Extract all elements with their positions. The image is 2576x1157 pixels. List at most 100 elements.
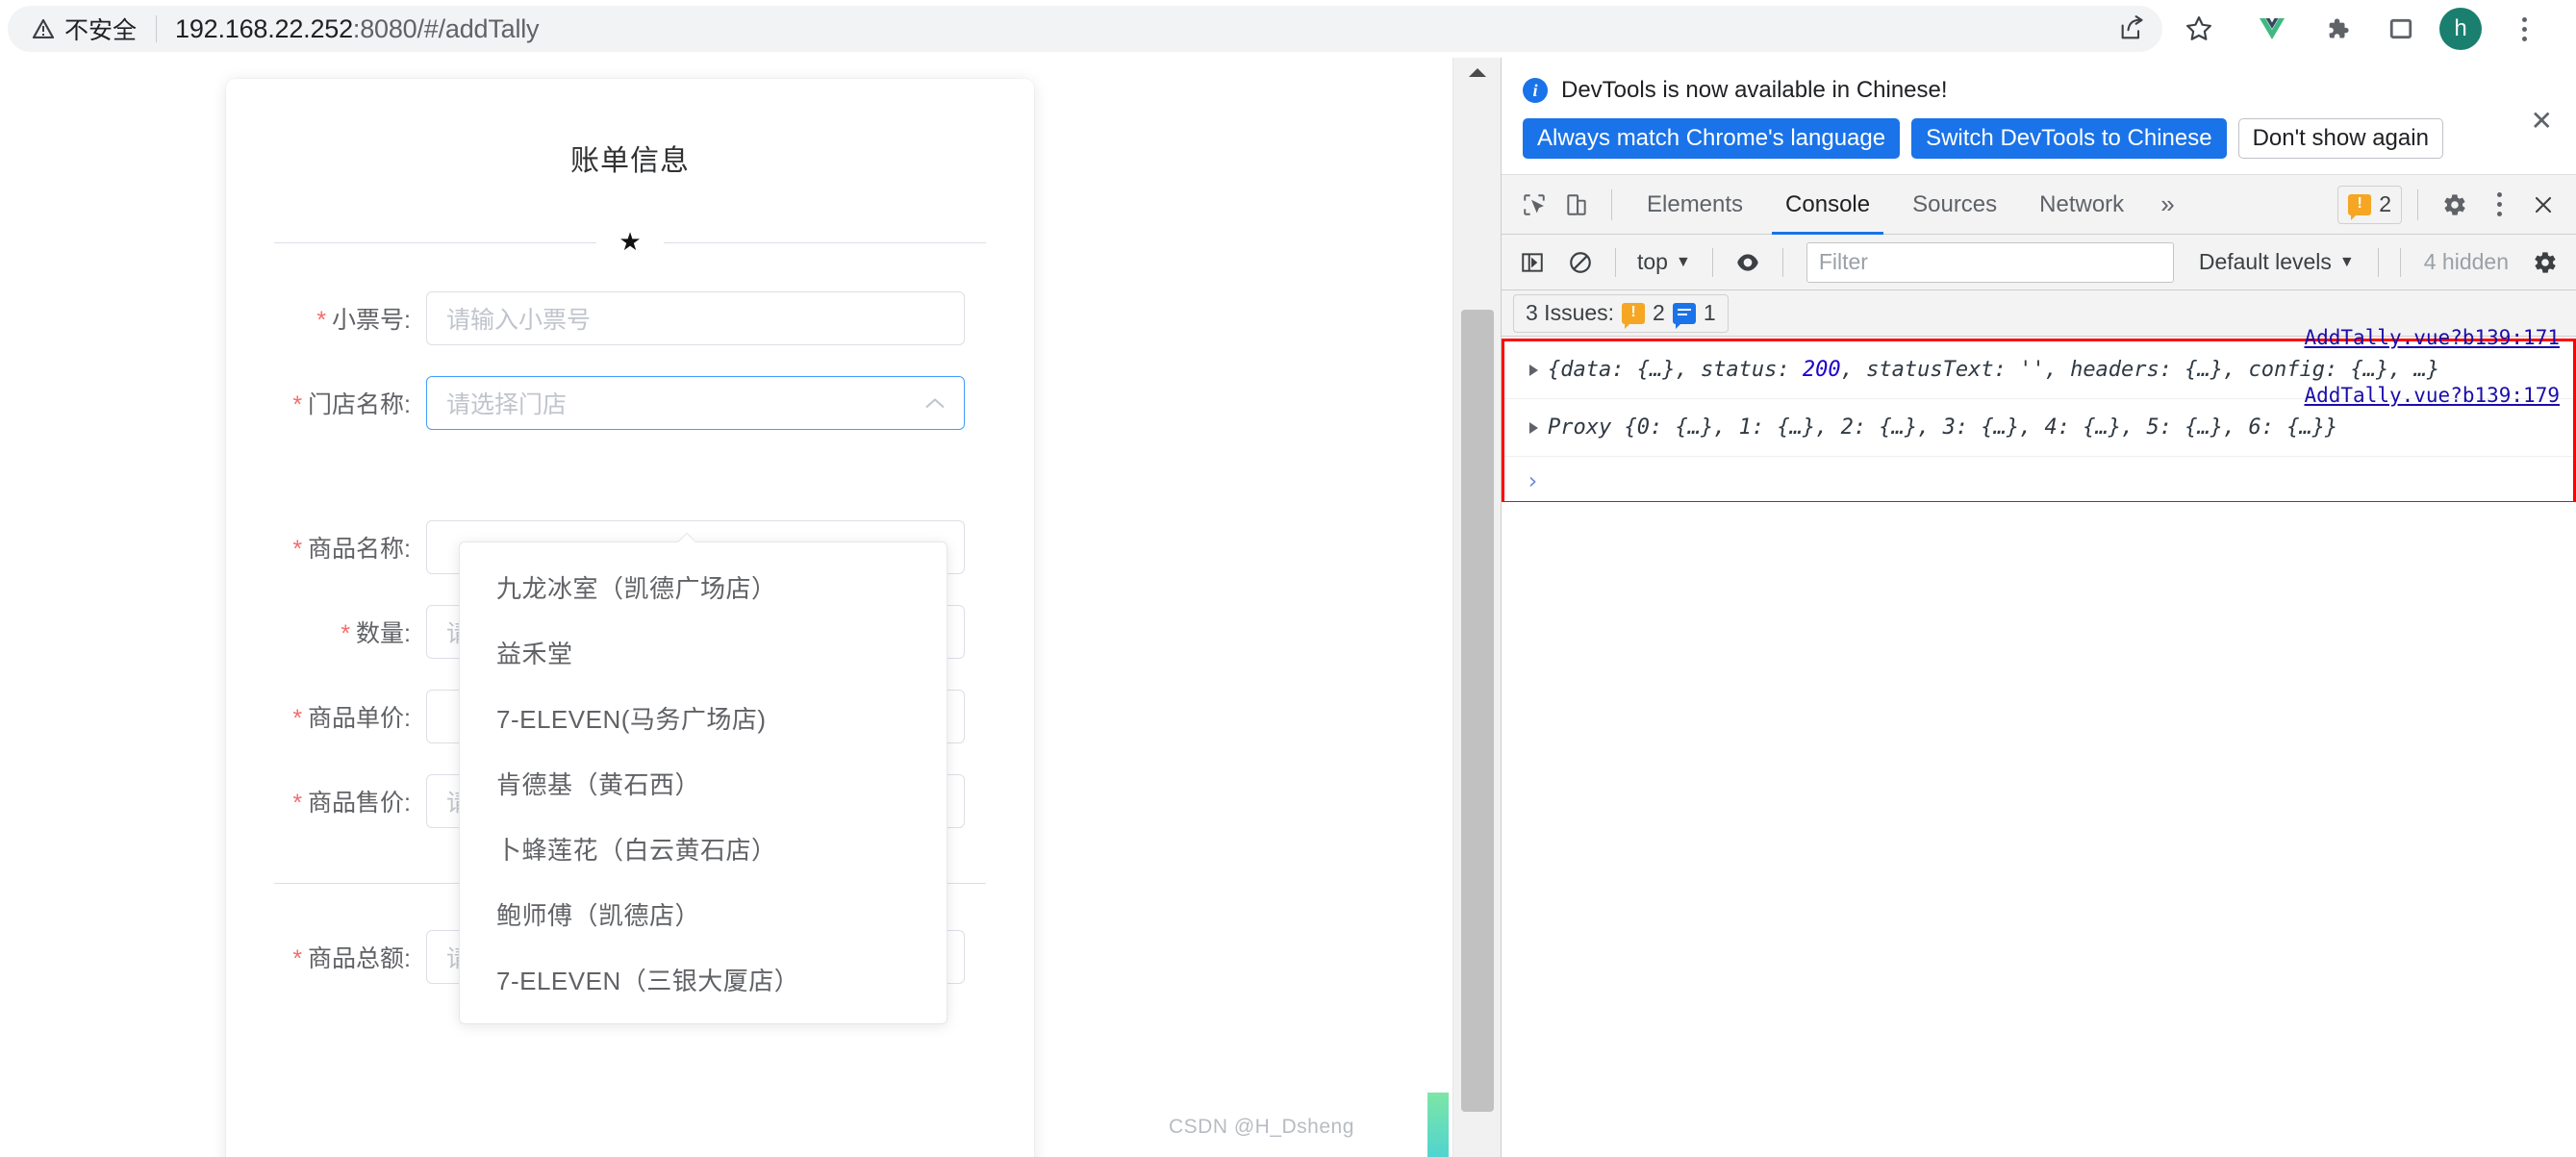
side-panel-icon[interactable]: [2378, 6, 2424, 52]
menu-dot: [2521, 16, 2527, 22]
url-text: 192.168.22.252:8080/#/addTally: [175, 13, 540, 44]
issues-label: 3 Issues:: [1526, 300, 1615, 325]
store-option[interactable]: 鲍师傅（凯德店）: [460, 881, 947, 946]
expand-triangle-icon[interactable]: [1529, 364, 1538, 376]
close-devtools-icon[interactable]: [2522, 184, 2564, 226]
switch-devtools-chinese-button[interactable]: Switch DevTools to Chinese: [1911, 118, 2227, 159]
error-count-badge[interactable]: ! 2: [2337, 185, 2402, 224]
expand-triangle-icon[interactable]: [1529, 421, 1538, 434]
msg-prefix: {data: {…}, status:: [1548, 358, 1803, 382]
tab-console[interactable]: Console: [1764, 175, 1891, 235]
chevron-down-icon: ▼: [2338, 253, 2355, 270]
label-quantity: * 数量:: [226, 615, 426, 649]
scrollbar-thumb[interactable]: [1461, 310, 1494, 1112]
store-option[interactable]: 7-ELEVEN(马务广场店): [460, 685, 947, 750]
label-unit-price: * 商品单价:: [226, 699, 426, 734]
star-outline-icon[interactable]: [2176, 6, 2222, 52]
label-text: 商品售价:: [308, 790, 411, 817]
required-asterisk: *: [292, 705, 303, 732]
console-source-link[interactable]: AddTally.vue?b139:171: [2304, 326, 2560, 349]
browser-toolbar: 不安全 192.168.22.252:8080/#/addTally h: [0, 0, 2576, 58]
issues-chip[interactable]: 3 Issues: ! 2 1: [1513, 293, 1729, 333]
console-scrollbar[interactable]: [2563, 502, 2576, 1157]
chrome-menu-icon[interactable]: [2501, 6, 2547, 52]
menu-dot: [2496, 192, 2502, 197]
devtools-menu-icon[interactable]: [2478, 184, 2520, 226]
more-tabs-icon[interactable]: »: [2145, 175, 2189, 235]
execution-context-value: top: [1637, 249, 1668, 274]
ticket-number-input[interactable]: 请输入小票号: [426, 291, 965, 345]
vue-extension-icon[interactable]: [2249, 6, 2295, 52]
console-output-area: {data: {…}, status: 200, statusText: '',…: [1502, 326, 2576, 505]
log-levels-selector[interactable]: Default levels ▼: [2189, 243, 2364, 282]
tab-network[interactable]: Network: [2018, 175, 2145, 235]
page-scrollbar[interactable]: [1452, 58, 1501, 1157]
console-message[interactable]: Proxy {0: {…}, 1: {…}, 2: {…}, 3: {…}, 4…: [1504, 384, 2573, 457]
tabbar-divider: [2417, 189, 2418, 220]
msg-number: 200: [1802, 358, 1841, 382]
store-option[interactable]: 九龙冰室（凯德广场店）: [460, 554, 947, 619]
always-match-language-button[interactable]: Always match Chrome's language: [1523, 118, 1901, 159]
label-text: 商品单价:: [308, 705, 411, 732]
console-filter-input[interactable]: Filter: [1806, 241, 2174, 283]
form-row-ticket-number: * 小票号: 请输入小票号: [226, 276, 1034, 361]
inspect-element-icon[interactable]: [1513, 184, 1555, 226]
store-name-placeholder: 请选择门店: [446, 391, 568, 418]
toolbar-divider: [2377, 247, 2379, 277]
console-empty-area: [1502, 502, 2576, 1157]
store-option[interactable]: 肯德基（黄石西）: [460, 750, 947, 816]
issues-info-count: 1: [1703, 300, 1716, 325]
url-host: 192.168.22.252: [175, 13, 353, 43]
filter-placeholder: Filter: [1818, 249, 1868, 274]
warning-icon: !: [1622, 302, 1646, 329]
console-settings-gear-icon[interactable]: [2524, 241, 2566, 284]
console-message-text: {data: {…}, status: 200, statusText: '',…: [1548, 358, 2439, 382]
clear-console-icon[interactable]: [1559, 241, 1602, 284]
chevron-up-icon[interactable]: [923, 390, 947, 417]
omnibox-divider: [156, 15, 158, 42]
label-text: 数量:: [356, 620, 411, 647]
console-source-link[interactable]: AddTally.vue?b139:179: [2304, 384, 2560, 407]
label-text: 商品总额:: [308, 945, 411, 972]
tab-sources[interactable]: Sources: [1891, 175, 2018, 235]
share-icon[interactable]: [2109, 6, 2155, 52]
dont-show-again-button[interactable]: Don't show again: [2237, 118, 2443, 159]
console-prompt[interactable]: ›: [1504, 457, 2573, 505]
store-name-select[interactable]: 请选择门店: [426, 376, 965, 430]
address-bar[interactable]: 不安全 192.168.22.252:8080/#/addTally: [8, 6, 2162, 52]
device-toolbar-icon[interactable]: [1555, 184, 1598, 226]
toolbar-divider: [1615, 247, 1616, 277]
close-icon[interactable]: ✕: [2531, 108, 2553, 135]
gear-icon[interactable]: [2434, 184, 2476, 226]
scroll-up-arrow-icon[interactable]: [1453, 58, 1501, 87]
tab-elements[interactable]: Elements: [1626, 175, 1764, 235]
devtools-tabbar-actions: ! 2: [2337, 184, 2576, 226]
store-option[interactable]: 7-ELEVEN（三银大厦店）: [460, 946, 947, 1012]
extensions-puzzle-icon[interactable]: [2313, 6, 2360, 52]
required-asterisk: *: [292, 945, 303, 972]
live-expression-eye-icon[interactable]: [1727, 241, 1769, 284]
notice-message: DevTools is now available in Chinese!: [1561, 77, 1948, 103]
divider-top: ★: [274, 227, 986, 256]
store-option[interactable]: 卜蜂莲花（白云黄石店）: [460, 816, 947, 881]
error-count: 2: [2379, 191, 2391, 216]
prompt-caret-icon: ›: [1526, 467, 1540, 494]
execution-context-selector[interactable]: top ▼: [1629, 243, 1699, 282]
store-select-dropdown[interactable]: 九龙冰室（凯德广场店） 益禾堂 7-ELEVEN(马务广场店) 肯德基（黄石西）…: [459, 541, 947, 1024]
page-title: 账单信息: [570, 145, 690, 177]
label-product-name: * 商品名称:: [226, 530, 426, 565]
watermark-color-bar: [1427, 1093, 1449, 1157]
notice-buttons-row: Always match Chrome's language Switch De…: [1523, 118, 2555, 159]
console-sidebar-icon[interactable]: [1511, 241, 1553, 284]
avatar[interactable]: h: [2439, 8, 2482, 50]
devtools-panel: i DevTools is now available in Chinese! …: [1501, 58, 2576, 1157]
warning-icon: !: [2348, 193, 2372, 220]
toolbar-divider: [1781, 247, 1783, 277]
label-ticket-number: * 小票号:: [226, 301, 426, 336]
store-option[interactable]: 益禾堂: [460, 619, 947, 685]
star-icon: ★: [619, 227, 642, 256]
label-text: 小票号:: [332, 307, 411, 334]
toolbar-divider: [2399, 247, 2401, 277]
label-total-amount: * 商品总额:: [226, 940, 426, 974]
popup-arrow: [677, 533, 695, 542]
